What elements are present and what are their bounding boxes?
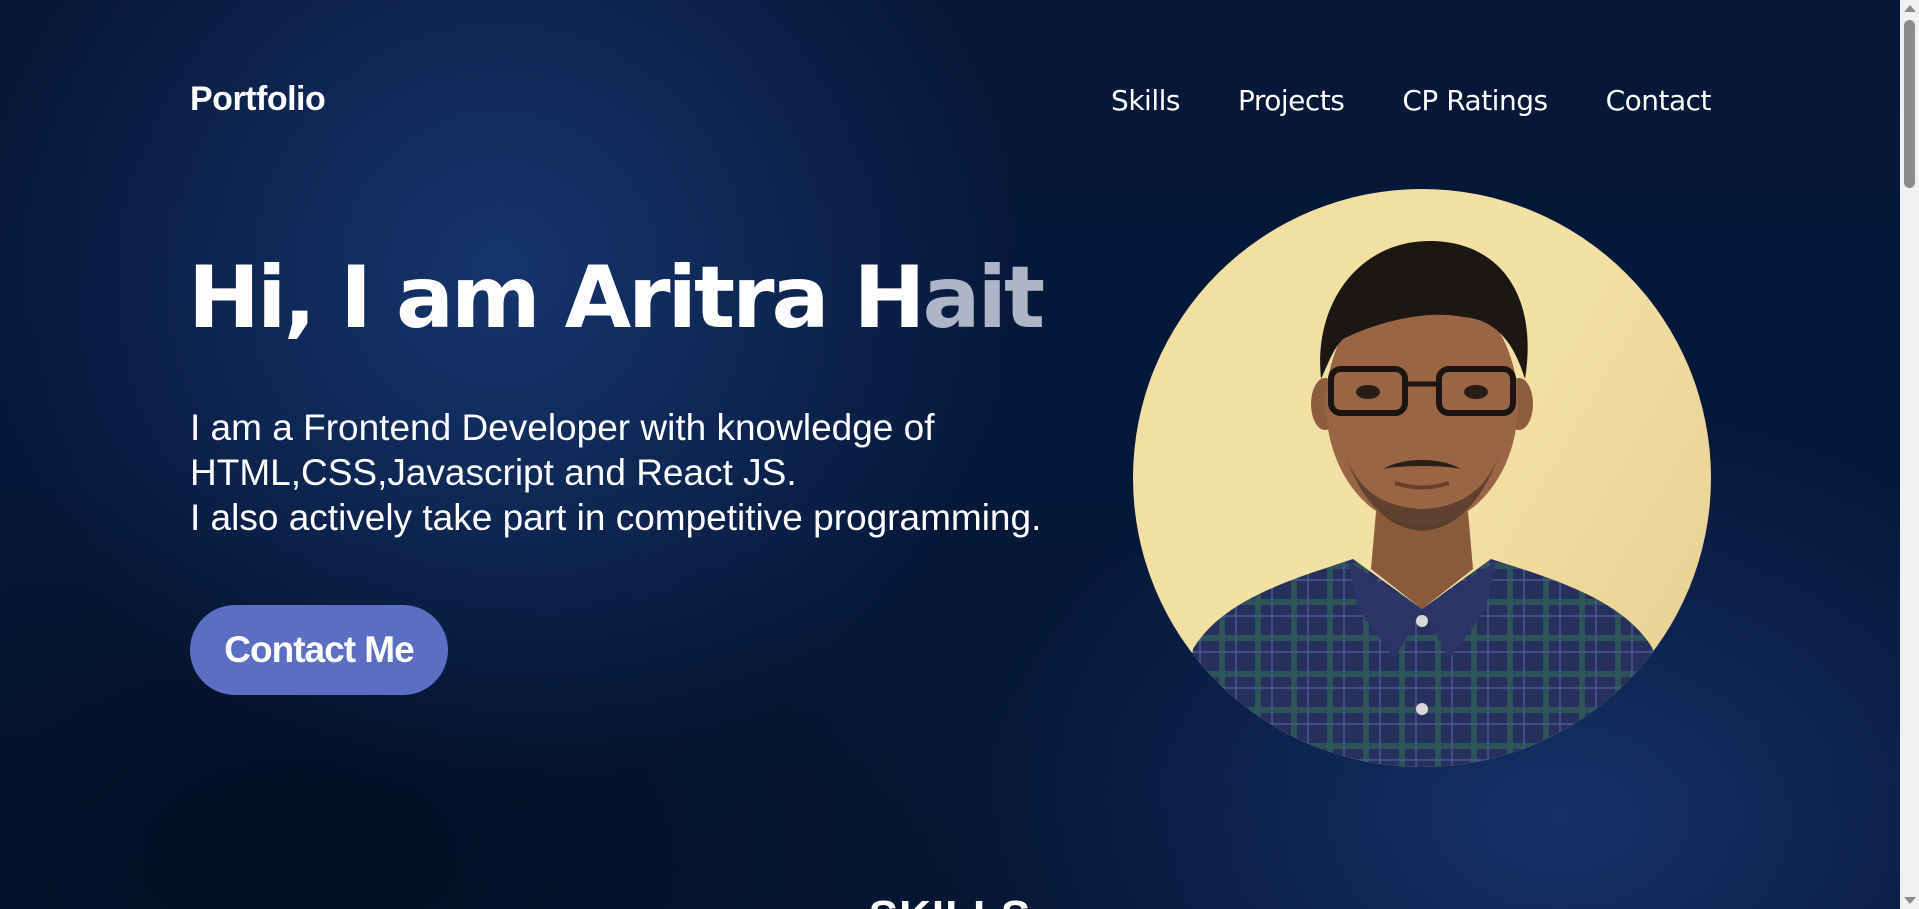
hero-title: Hi, I am Aritra Hait — [188, 255, 1045, 341]
hero-description: I am a Frontend Developer with knowledge… — [190, 405, 1090, 540]
portfolio-page: Portfolio Skills Projects CP Ratings Con… — [0, 0, 1900, 909]
nav-projects[interactable]: Projects — [1238, 84, 1345, 117]
profile-photo-illustration — [1173, 240, 1673, 767]
profile-photo — [1133, 189, 1711, 767]
scroll-down-arrow-icon[interactable] — [1904, 897, 1916, 904]
hero-title-main: Hi, I am Aritra H — [188, 248, 926, 348]
scroll-up-arrow-icon[interactable] — [1904, 5, 1916, 12]
hero-description-line-2: HTML,CSS,Javascript and React JS. — [190, 452, 797, 493]
hero-description-line-3: I also actively take part in competitive… — [190, 497, 1042, 538]
scrollbar-thumb[interactable] — [1904, 20, 1915, 188]
hero-description-line-1: I am a Frontend Developer with knowledge… — [190, 407, 935, 448]
skills-section-heading: SKILLS — [0, 892, 1900, 909]
contact-me-button[interactable]: Contact Me — [190, 605, 448, 695]
nav-contact[interactable]: Contact — [1606, 84, 1712, 117]
main-nav: Skills Projects CP Ratings Contact — [1053, 84, 1711, 117]
nav-skills[interactable]: Skills — [1111, 84, 1180, 117]
hero-title-typing: ait — [922, 248, 1046, 348]
page-scrollbar[interactable] — [1900, 0, 1919, 909]
browser-viewport: Portfolio Skills Projects CP Ratings Con… — [0, 0, 1919, 909]
nav-cp-ratings[interactable]: CP Ratings — [1402, 84, 1548, 117]
brand-logo[interactable]: Portfolio — [190, 80, 326, 119]
